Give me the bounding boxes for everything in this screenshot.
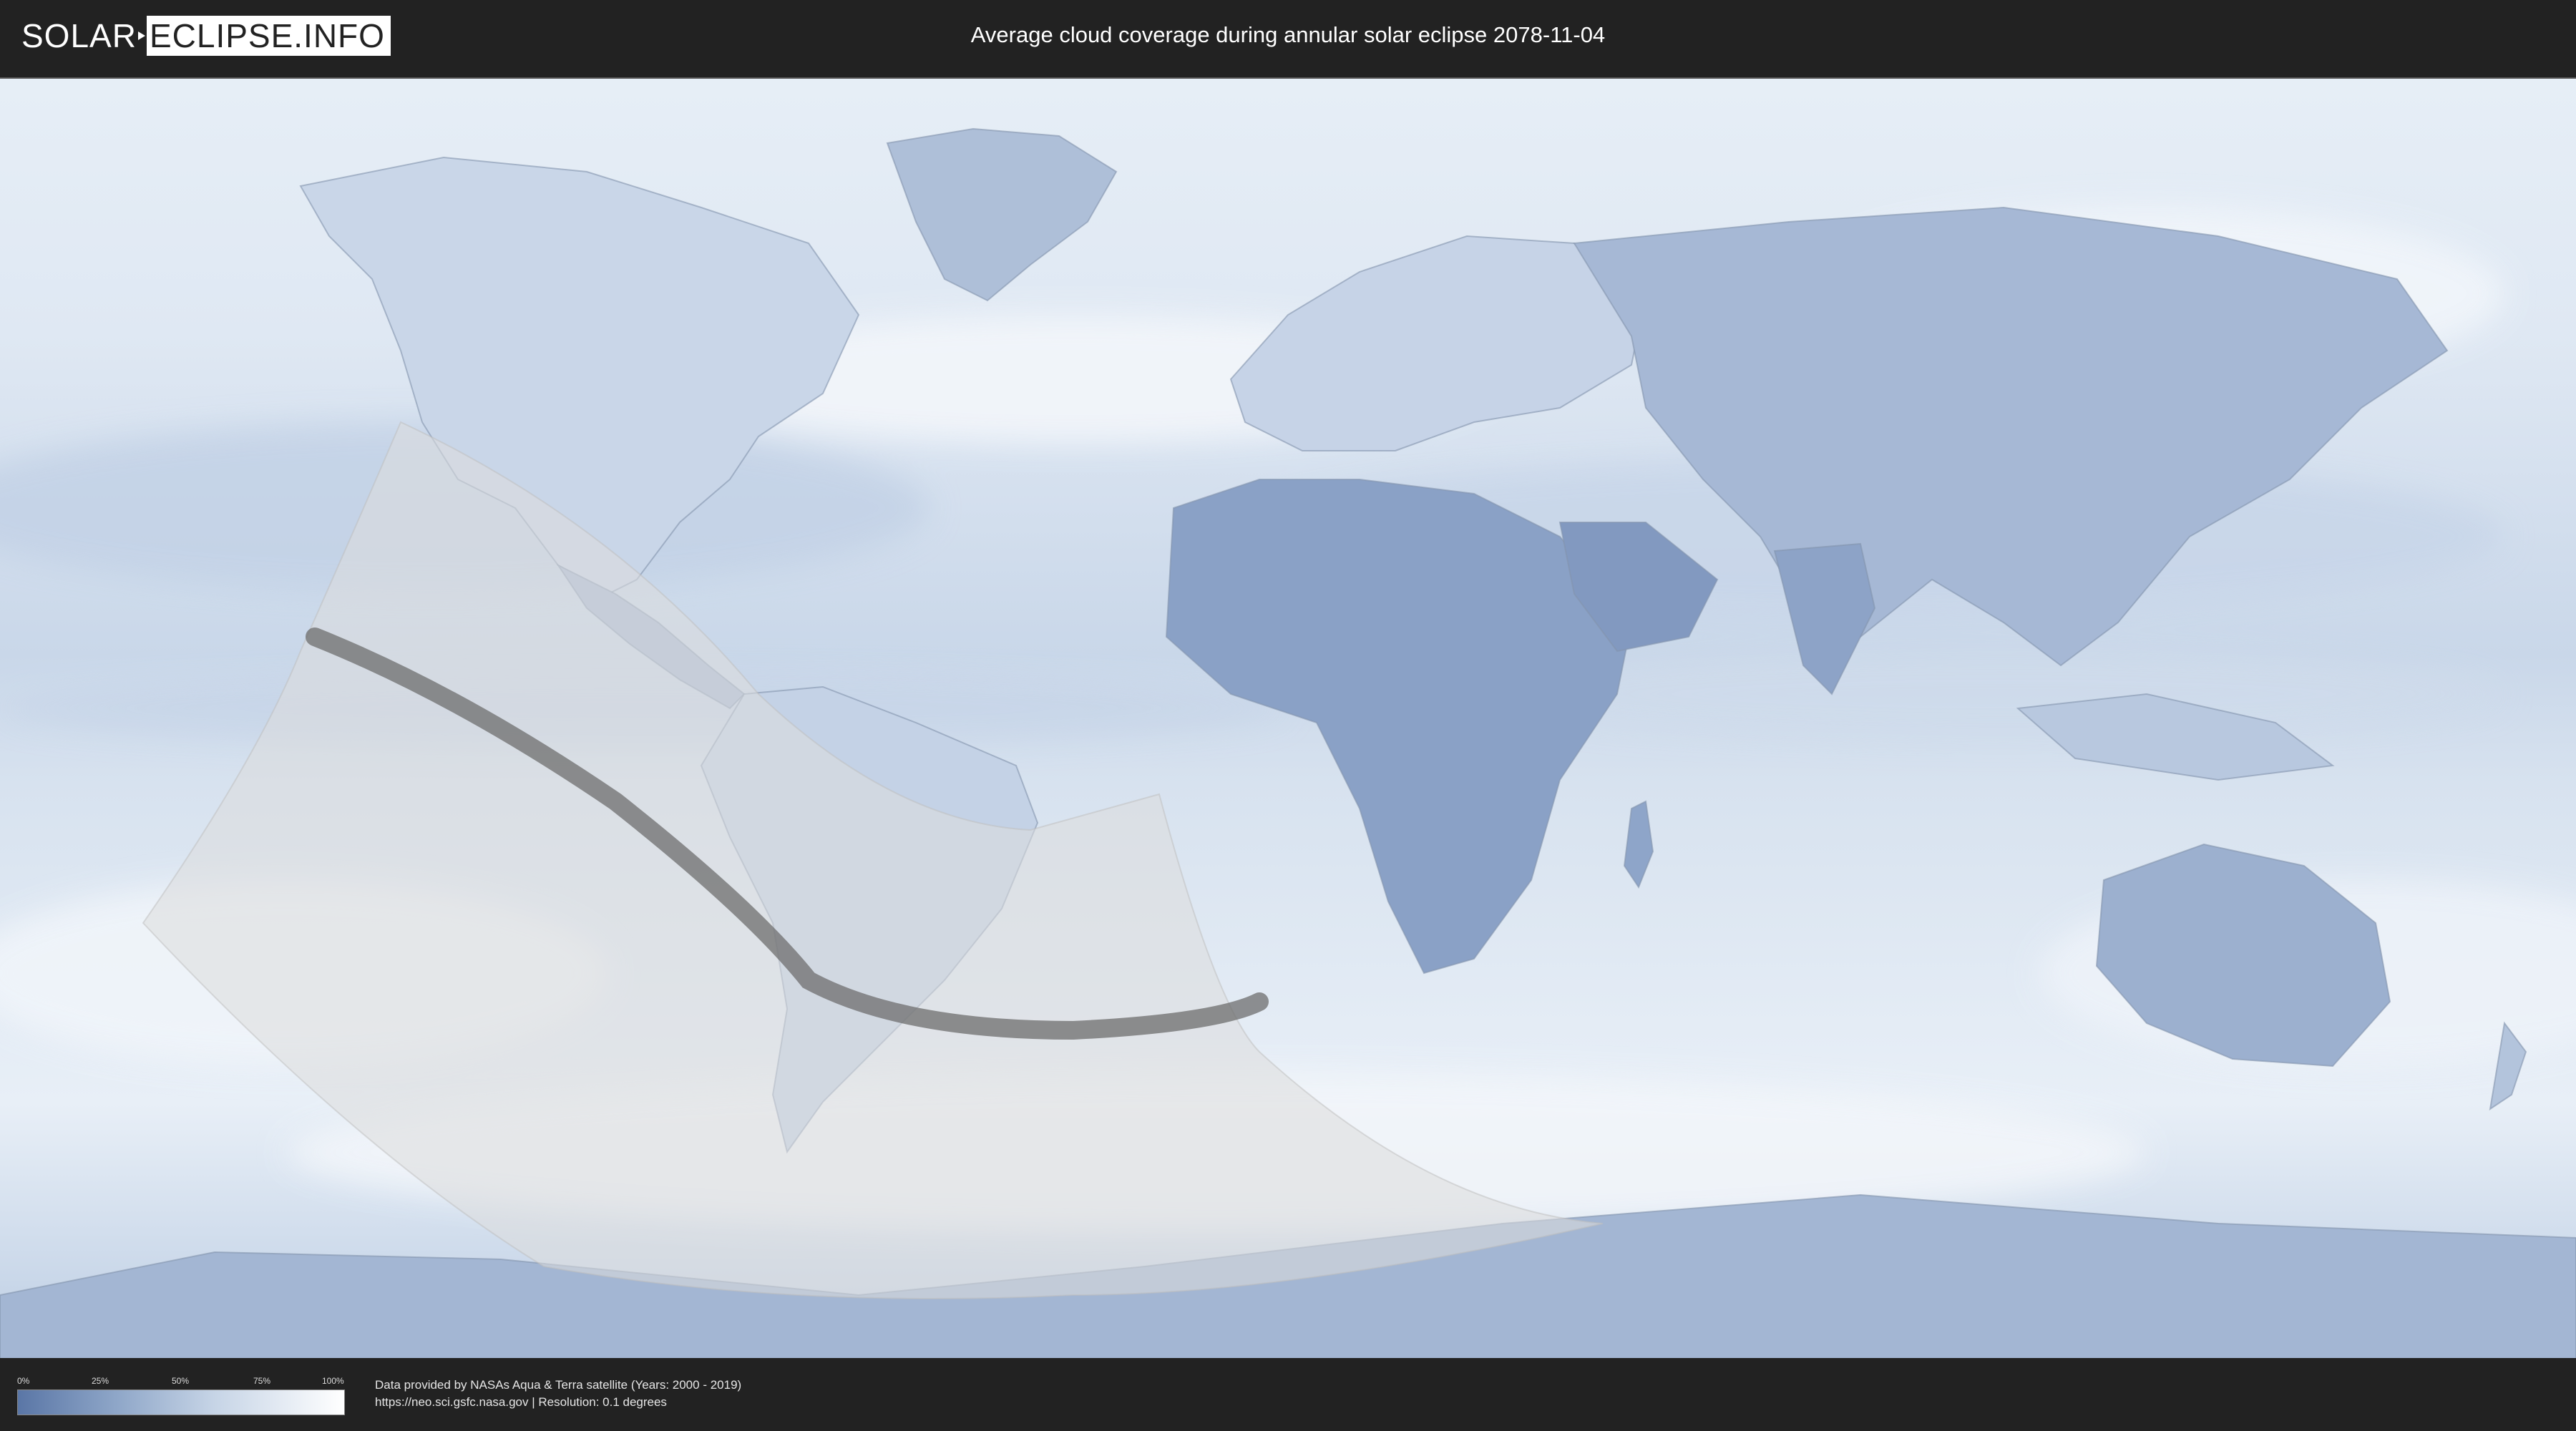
legend-tick-100: 100%: [322, 1376, 344, 1386]
legend-tick-75: 75%: [253, 1376, 271, 1386]
credits-line-source: Data provided by NASAs Aqua & Terra sate…: [375, 1378, 742, 1392]
legend-tick-25: 25%: [92, 1376, 109, 1386]
legend-tick-50: 50%: [172, 1376, 190, 1386]
top-bar: SOLAR ECLIPSE.INFO Average cloud coverag…: [0, 0, 2576, 72]
page-title: Average cloud coverage during annular so…: [970, 22, 1606, 47]
cloud-coverage-legend-bar: [17, 1390, 345, 1415]
cloud-coverage-map[interactable]: [0, 77, 2576, 1359]
legend-tick-0: 0%: [17, 1376, 30, 1386]
credits-line-url: https://neo.sci.gsfc.nasa.gov | Resoluti…: [375, 1395, 667, 1409]
legend-tick-labels: 0% 25% 50% 75% 100%: [17, 1375, 344, 1387]
data-credits: Data provided by NASAs Aqua & Terra sate…: [375, 1377, 741, 1411]
